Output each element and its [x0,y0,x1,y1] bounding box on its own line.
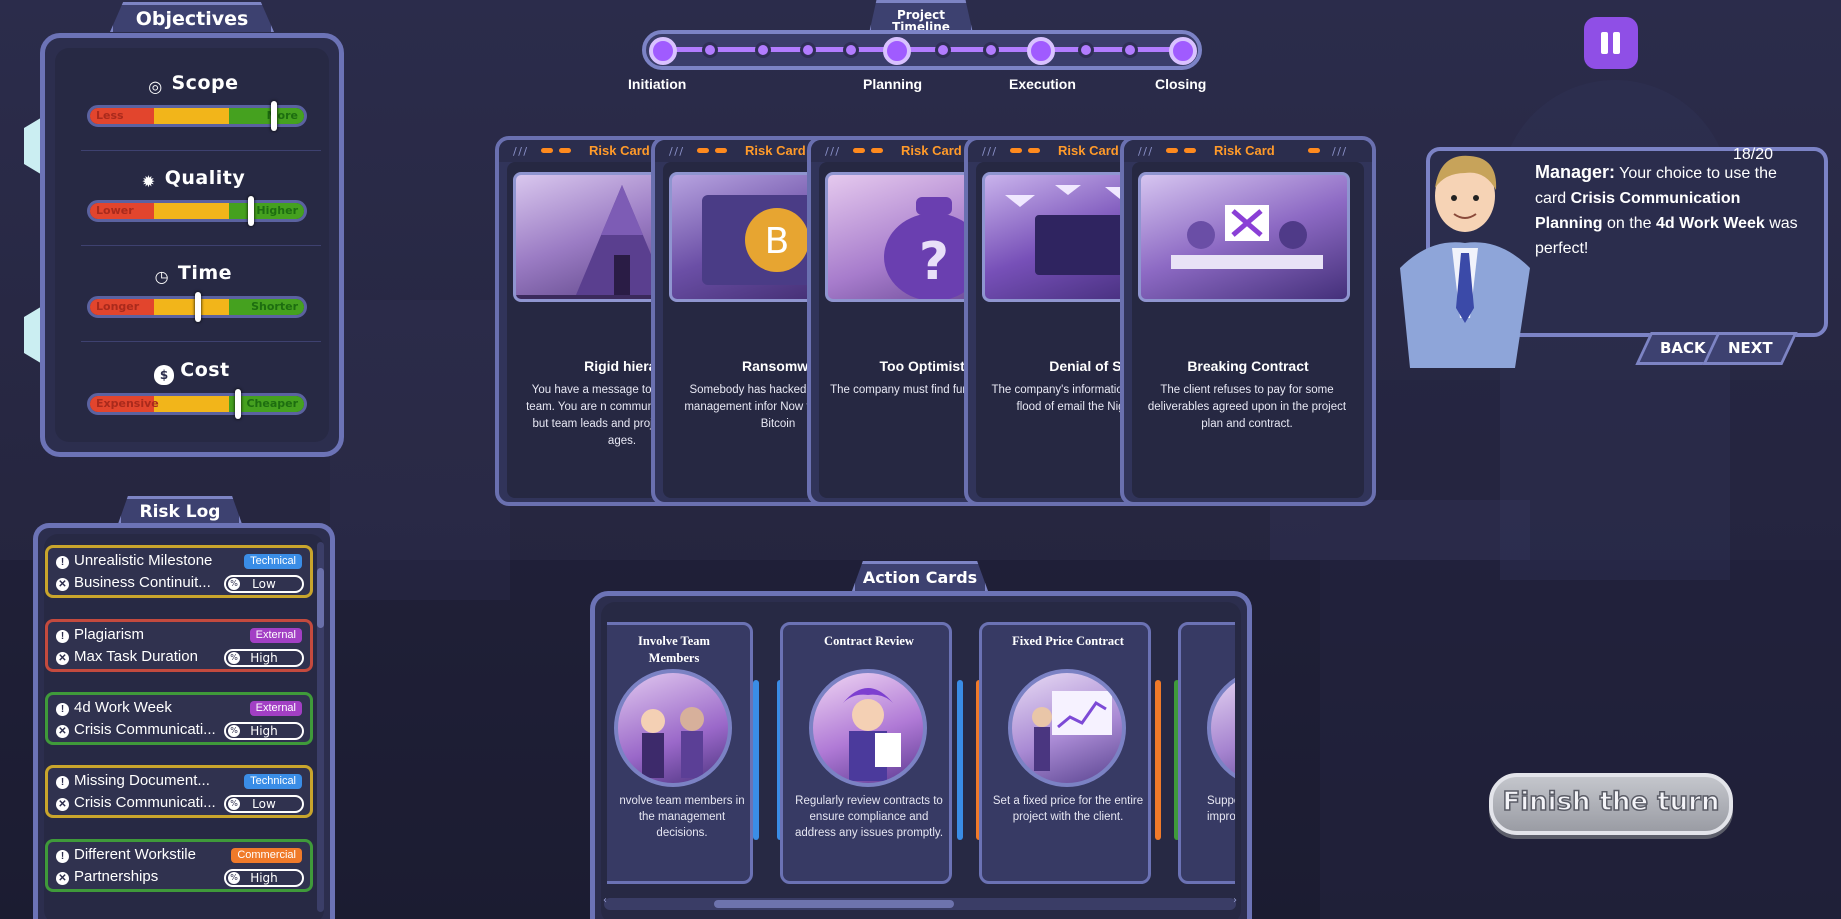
risk-log-scrollbar[interactable] [317,542,324,912]
phase-label: Closing [1155,76,1207,92]
timeline-phase-node [883,37,911,65]
timeline-step [1078,42,1094,58]
card-title: Breaking Contract [1187,358,1309,374]
risk-card[interactable]: / / / Risk Card / / / Breaking Contract Th… [1120,136,1376,506]
timeline-step [935,42,951,58]
timeline-step [983,42,999,58]
mitigation-icon: ✕ [56,725,69,738]
timeline-phase-node [1027,37,1055,65]
category-badge: Technical [244,774,302,789]
svg-text:?: ? [919,232,949,292]
timeline-progress-line [660,47,1180,52]
next-button[interactable]: NEXT [1702,332,1798,365]
category-badge: External [249,628,302,643]
cost-slider: Expensive Cheaper [87,393,307,415]
scope-marker [271,101,277,131]
action-card-illustration [1008,669,1126,787]
category-badge: External [249,701,302,716]
risk-log-tab: Risk Log [118,496,242,524]
card-color-strip [753,680,759,840]
alert-icon: ! [56,850,69,863]
risk-log-item[interactable]: ! Missing Document... ✕ Crisis Communicati… [45,765,313,818]
objectives-tab: Objectives [110,2,274,32]
impact-level: % High [224,649,304,667]
impact-level: % High [224,869,304,887]
category-badge: Technical [244,554,302,569]
action-card-title: Contract Review [824,634,914,648]
quality-slider: Lower Higher [87,200,307,222]
impact-level: % Low [224,795,304,813]
timeline-step [800,42,816,58]
medal-icon: ✹ [141,172,156,191]
action-cards-viewport: Involve Team Members nvolve team members… [607,612,1235,888]
money-bag-icon: $ [154,365,175,385]
svg-text:B: B [765,221,790,262]
phase-label: Planning [863,76,923,92]
alert-icon: ! [56,630,69,643]
action-card-description: Set a fixed price for the entire project… [992,795,1144,823]
objective-scope: ◎ Scope [45,72,339,97]
action-card[interactable]: Involve Team Members nvolve team members… [607,622,753,884]
finish-turn-button[interactable]: Finish the turn [1489,773,1733,835]
action-cards-scrollbar[interactable]: ‹ › [603,895,1237,910]
timeline-step [1122,42,1138,58]
objectives-panel: ◎ Scope Less More ✹ Quality Lower Higher ◷ Ti… [40,33,344,457]
time-marker [195,292,201,322]
action-card-illustration [1207,669,1235,787]
risk-log-item[interactable]: ! Plagiarism ✕ Max Task Duration External … [45,619,313,672]
card-color-strip [1155,680,1161,840]
risk-log-item[interactable]: ! 4d Work Week ✕ Crisis Communicati... Ext… [45,692,313,745]
manager-avatar [1390,148,1540,368]
risk-log-item[interactable]: ! Unrealistic Milestone ✕ Business Continu… [45,545,313,598]
alert-icon: ! [56,776,69,789]
action-card-description: Suppo achieving improving coach [1207,795,1235,823]
category-badge: Commercial [231,848,302,863]
objective-time: ◷ Time [45,262,339,287]
action-card-description: Regularly review contracts to ensure com… [794,795,944,839]
mitigation-icon: ✕ [56,798,69,811]
timeline-step [702,42,718,58]
pause-button[interactable] [1584,17,1638,69]
target-icon: ◎ [148,77,163,96]
action-card-illustration [614,669,732,787]
phase-label: Execution [1009,76,1076,92]
action-cards-tab: Action Cards [852,561,988,591]
objective-quality: ✹ Quality [45,167,339,192]
timeline-phase-node [1169,37,1197,65]
timeline-step [755,42,771,58]
action-card[interactable]: Fixed Price Contract Set a fixed price f… [979,622,1151,884]
clock-icon: ◷ [154,267,170,286]
impact-level: % High [224,722,304,740]
action-card[interactable]: Suppo achieving improving coach [1178,622,1235,884]
action-card-title: Involve Team Members [638,634,710,665]
mitigation-icon: ✕ [56,652,69,665]
quality-marker [248,196,254,226]
timeline-step [843,42,859,58]
card-color-strip [957,680,963,840]
card-illustration [1138,172,1350,302]
impact-level: % Low [224,575,304,593]
phase-label: Initiation [628,76,687,92]
objective-cost: $ Cost [45,359,339,385]
action-card-illustration [809,669,927,787]
action-card-title: Fixed Price Contract [1012,634,1124,648]
risk-log-item[interactable]: ! Different Workstile ✕ Partnerships Comme… [45,839,313,892]
manager-message: Manager: Your choice to use the card Cri… [1535,162,1798,257]
alert-icon: ! [56,703,69,716]
cost-marker [235,389,241,419]
mitigation-icon: ✕ [56,578,69,591]
timeline-phase-node [649,37,677,65]
card-description: The client refuses to pay for some deliv… [1147,384,1347,430]
alert-icon: ! [56,556,69,569]
pause-icon [1601,32,1608,54]
action-card[interactable]: Contract Review Regularly review contrac… [780,622,952,884]
mitigation-icon: ✕ [56,872,69,885]
action-card-description: nvolve team members in the management de… [619,795,745,839]
